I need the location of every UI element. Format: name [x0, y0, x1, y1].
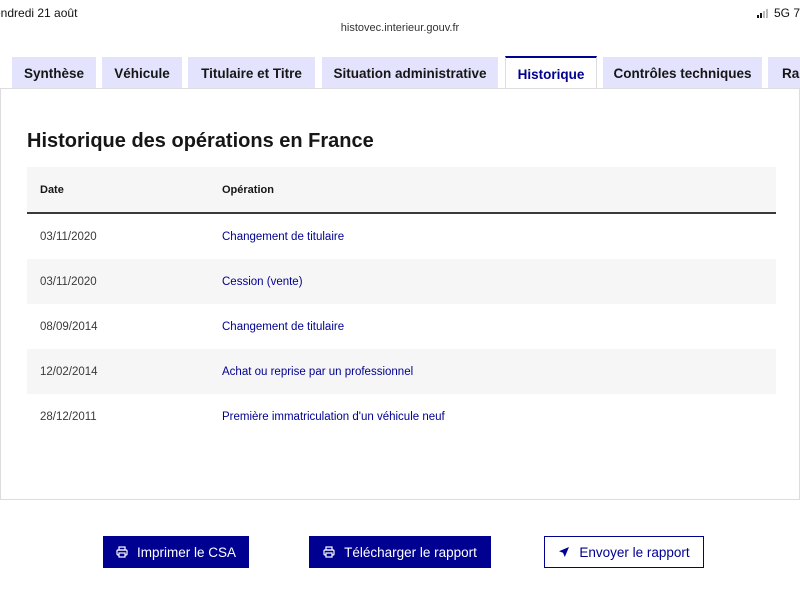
- row-date: 08/09/2014: [40, 320, 98, 333]
- row-operation-link[interactable]: Première immatriculation d'un véhicule n…: [222, 411, 445, 423]
- row-date: 12/02/2014: [40, 365, 98, 378]
- row-date: 28/12/2011: [40, 410, 97, 423]
- url-text: histovec.interieur.gouv.fr: [340, 22, 460, 34]
- table-row: 28/12/2011 Première immatriculation d'un…: [27, 394, 776, 439]
- print-csa-label: Imprimer le CSA: [136, 544, 236, 560]
- page-title: Historique des opérations en France: [27, 130, 374, 152]
- table-row: 12/02/2014 Achat ou reprise par un profe…: [27, 349, 776, 394]
- table-header: Date Opération: [27, 167, 776, 214]
- tab-synthese[interactable]: Synthèse: [12, 57, 96, 88]
- status-bar: endredi 21 août 5G 7: [0, 0, 800, 22]
- row-operation-link[interactable]: Changement de titulaire: [222, 231, 344, 243]
- network-indicator: 5G 7: [773, 6, 800, 20]
- tab-controles-techniques[interactable]: Contrôles techniques: [603, 57, 762, 88]
- row-date: 03/11/2020: [40, 230, 97, 243]
- download-report-button[interactable]: Télécharger le rapport: [309, 536, 491, 568]
- row-operation-link[interactable]: Changement de titulaire: [222, 321, 344, 333]
- action-bar: Imprimer le CSA Télécharger le rapport E…: [0, 500, 800, 600]
- tab-titulaire-et-titre[interactable]: Titulaire et Titre: [188, 57, 315, 88]
- column-header-operation: Opération: [222, 183, 274, 196]
- operations-table: Date Opération 03/11/2020 Changement de …: [27, 167, 776, 439]
- column-header-date: Date: [40, 183, 64, 196]
- row-operation-link[interactable]: Cession (vente): [222, 276, 303, 288]
- download-report-label: Télécharger le rapport: [344, 544, 477, 560]
- row-date: 03/11/2020: [40, 275, 97, 288]
- url-bar[interactable]: histovec.interieur.gouv.fr: [0, 22, 800, 42]
- historique-panel: Historique des opérations en France Date…: [0, 89, 800, 500]
- tab-situation-administrative[interactable]: Situation administrative: [322, 57, 498, 88]
- print-csa-button[interactable]: Imprimer le CSA: [103, 536, 249, 568]
- tab-vehicule[interactable]: Véhicule: [102, 57, 182, 88]
- send-report-label: Envoyer le rapport: [579, 544, 690, 560]
- printer-icon: [116, 546, 128, 558]
- status-date: endredi 21 août: [0, 6, 78, 20]
- tab-historique[interactable]: Historique: [505, 56, 597, 88]
- printer-icon: [323, 546, 335, 558]
- tab-rapport[interactable]: Rap: [768, 57, 800, 88]
- row-operation-link[interactable]: Achat ou reprise par un professionnel: [222, 366, 413, 378]
- send-report-button[interactable]: Envoyer le rapport: [544, 536, 704, 568]
- table-row: 08/09/2014 Changement de titulaire: [27, 304, 776, 349]
- status-right: 5G 7: [756, 6, 800, 20]
- table-row: 03/11/2020 Changement de titulaire: [27, 214, 776, 259]
- table-row: 03/11/2020 Cession (vente): [27, 259, 776, 304]
- send-icon: [559, 547, 570, 557]
- tab-bar: Synthèse Véhicule Titulaire et Titre Sit…: [0, 56, 800, 89]
- cellular-signal-icon: [756, 8, 768, 18]
